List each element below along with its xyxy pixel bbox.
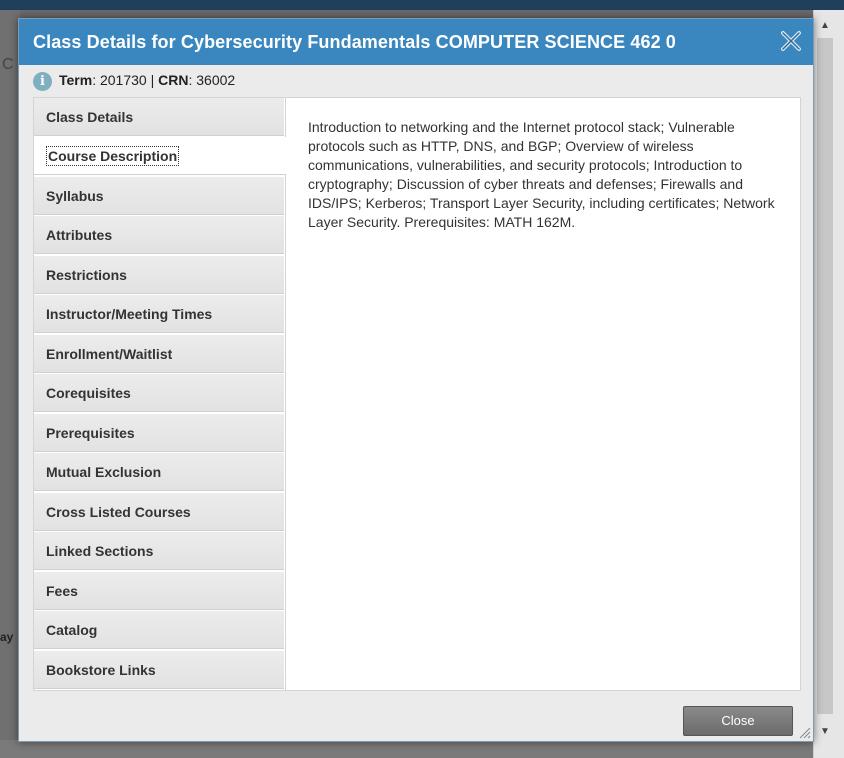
tab-bookstore-links[interactable]: Bookstore Links [34, 651, 284, 689]
info-icon: i [33, 72, 52, 91]
background-header [0, 0, 844, 10]
tab-course-description[interactable]: Course Description [34, 137, 286, 175]
tab-restrictions[interactable]: Restrictions [34, 256, 284, 294]
background-bottom [0, 740, 844, 758]
tab-enrollment-waitlist[interactable]: Enrollment/Waitlist [34, 335, 284, 373]
tab-syllabus[interactable]: Syllabus [34, 177, 284, 215]
crn-value: 36002 [196, 72, 236, 88]
course-description-text: Introduction to networking and the Inter… [308, 119, 775, 230]
tab-prerequisites[interactable]: Prerequisites [34, 414, 284, 452]
background-left-strip: C ay [0, 10, 20, 758]
tab-fees[interactable]: Fees [34, 572, 284, 610]
tab-instructor-meeting-times[interactable]: Instructor/Meeting Times [34, 295, 284, 333]
class-details-dialog: Class Details for Cybersecurity Fundamen… [18, 18, 814, 742]
details-tab-list: Class Details Course Description Syllabu… [34, 98, 286, 690]
tab-linked-sections[interactable]: Linked Sections [34, 532, 284, 570]
tab-mutual-exclusion[interactable]: Mutual Exclusion [34, 453, 284, 491]
crn-label: CRN [158, 72, 189, 88]
tab-attributes[interactable]: Attributes [34, 216, 284, 254]
details-panel: Class Details Course Description Syllabu… [33, 97, 801, 691]
dialog-titlebar: Class Details for Cybersecurity Fundamen… [19, 19, 813, 65]
term-value: 201730 [99, 72, 147, 88]
term-label: Term [59, 72, 93, 88]
tab-cross-listed-courses[interactable]: Cross Listed Courses [34, 493, 284, 531]
page-scrollbar[interactable]: ▲ ▼ [813, 10, 844, 758]
tab-class-details[interactable]: Class Details [34, 98, 284, 136]
dialog-title: Class Details for Cybersecurity Fundamen… [33, 32, 676, 52]
close-icon[interactable] [779, 29, 803, 53]
tab-catalog[interactable]: Catalog [34, 611, 284, 649]
scrollbar-thumb[interactable] [817, 38, 833, 714]
separator: | [150, 72, 155, 88]
background-fragment: C [2, 56, 14, 73]
background-fragment-2: ay [0, 630, 14, 644]
tab-corequisites[interactable]: Corequisites [34, 374, 284, 412]
scroll-down-icon[interactable]: ▼ [817, 724, 833, 740]
scroll-up-icon[interactable]: ▲ [817, 18, 833, 34]
close-button[interactable]: Close [683, 706, 793, 736]
resize-grip-icon[interactable] [797, 725, 811, 739]
